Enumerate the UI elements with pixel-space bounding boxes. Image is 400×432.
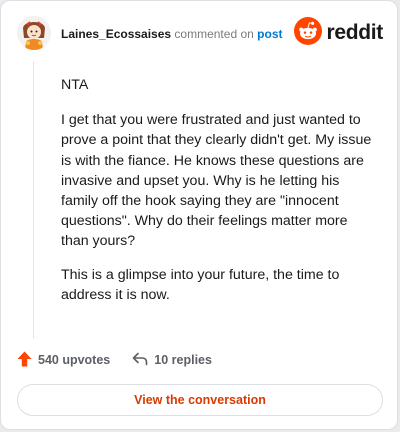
reply-arrow-icon — [132, 352, 148, 369]
comment-paragraph: This is a glimpse into your future, the … — [61, 266, 340, 303]
comment-paragraph: NTA — [61, 77, 89, 93]
post-link[interactable]: post — [257, 27, 282, 41]
comment-paragraph: I get that you were frustrated and just … — [61, 112, 372, 250]
comment-header: Laines_Ecossaises commented on post redd… — [17, 16, 383, 54]
thread-line — [33, 61, 34, 339]
upvote-button[interactable]: 540 upvotes — [17, 351, 110, 370]
reply-count: 10 replies — [154, 353, 212, 367]
comment-actions: 540 upvotes 10 replies — [17, 349, 212, 371]
upvote-count: 540 upvotes — [38, 353, 111, 367]
comment-byline: Laines_Ecossaises commented on post — [61, 27, 283, 41]
replies-button[interactable]: 10 replies — [132, 352, 212, 369]
view-conversation-button[interactable]: View the conversation — [17, 384, 383, 416]
user-avatar[interactable] — [17, 16, 51, 50]
upvote-arrow-icon — [17, 351, 32, 370]
byline-action-text: commented on — [174, 27, 254, 41]
comment-body: NTA I get that you were frustrated and j… — [61, 75, 373, 318]
embedded-comment-card: Laines_Ecossaises commented on post redd… — [0, 0, 398, 430]
reddit-wordmark: reddit — [326, 21, 383, 44]
reddit-logo-icon — [294, 16, 323, 50]
username-link[interactable]: Laines_Ecossaises — [61, 27, 171, 41]
reddit-brand[interactable]: reddit — [294, 16, 383, 50]
